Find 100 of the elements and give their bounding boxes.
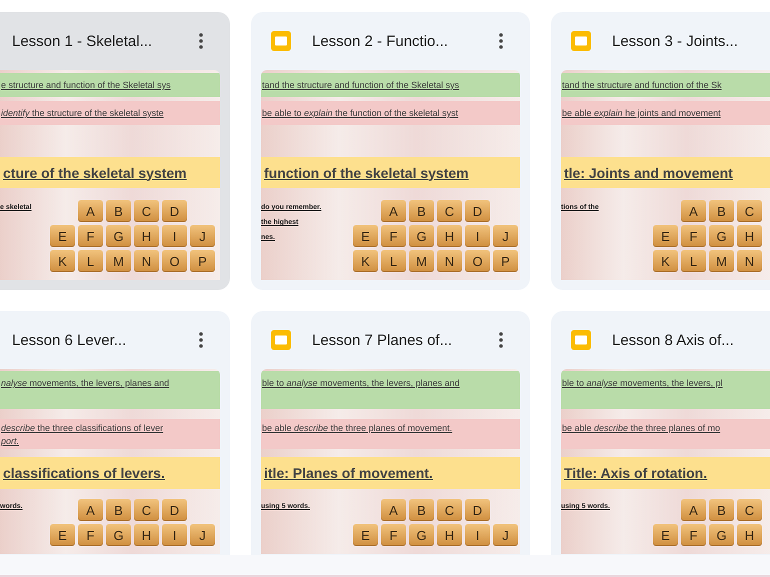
letter-tile: A [78, 499, 103, 521]
letter-tile: B [409, 499, 434, 521]
objective-banner: tand the structure and function of the Sk [561, 73, 770, 97]
letter-tile: P [190, 250, 215, 272]
letter-tile: G [106, 225, 131, 247]
letter-tile: E [50, 524, 75, 546]
letter-tile: J [493, 225, 518, 247]
letter-tile: G [709, 225, 734, 247]
file-name: Lesson 1 - Skeletal... [12, 32, 154, 50]
letter-tile: G [106, 524, 131, 546]
letter-tile: C [737, 200, 762, 222]
letter-tile: L [681, 250, 706, 272]
letter-tile: F [78, 524, 103, 546]
letter-tile: D [162, 200, 187, 222]
letter-tile: C [437, 200, 462, 222]
letter-tile: D [465, 499, 490, 521]
letter-tile: F [381, 524, 406, 546]
letter-tile: B [709, 200, 734, 222]
letter-tile: J [493, 524, 518, 546]
file-name: Lesson 8 Axis of... [612, 332, 735, 348]
objective-banner: e structure and function of the Skeletal sys [0, 73, 220, 97]
more-vertical-icon [499, 332, 503, 348]
letter-tile: D [162, 499, 187, 521]
slide-title: Title: Axis of rotation. [563, 465, 708, 481]
letter-tile: M [106, 250, 131, 272]
slide-thumbnail[interactable] [261, 70, 520, 280]
objective-banner: ble to analyse movements, the levers, planes and [261, 371, 520, 409]
letter-tile: N [737, 250, 762, 272]
letter-tile: K [653, 250, 678, 272]
file-card[interactable] [251, 12, 530, 290]
letter-tile: P [493, 250, 518, 272]
slide-title: cture of the skeletal system [2, 164, 187, 180]
outcome-banner: be able explain he joints and movement [561, 101, 770, 125]
letter-tile: E [353, 524, 378, 546]
outcome-banner: be able to explain the function of the skeletal syst [261, 101, 520, 125]
letter-tile: F [381, 225, 406, 247]
letter-tile: C [134, 499, 159, 521]
letter-tile: M [409, 250, 434, 272]
file-name: Lesson 3 - Joints... [612, 32, 739, 50]
letter-tile: H [437, 524, 462, 546]
letter-tile: A [681, 499, 706, 521]
letter-tile: K [50, 250, 75, 272]
letter-tile: A [381, 499, 406, 521]
letter-tile: F [78, 225, 103, 247]
outcome-banner: be able describe the three planes of mo [561, 419, 770, 449]
file-name: Lesson 7 Planes of... [312, 332, 454, 348]
letter-tile: C [134, 200, 159, 222]
letter-tile: A [681, 200, 706, 222]
letter-tile: G [409, 524, 434, 546]
letter-tile: B [709, 499, 734, 521]
letter-tile: A [78, 200, 103, 222]
letter-tile: O [162, 250, 187, 272]
more-vertical-icon [199, 332, 203, 348]
slides-icon [270, 30, 292, 52]
letter-tile: B [106, 499, 131, 521]
letter-tile: N [134, 250, 159, 272]
letter-tile: E [353, 225, 378, 247]
letter-tile: B [106, 200, 131, 222]
letter-tile: H [437, 225, 462, 247]
letter-tile: D [465, 200, 490, 222]
slide-title: tle: Joints and movement [563, 164, 733, 180]
letter-tile: O [465, 250, 490, 272]
slide-title: classifications of levers. [2, 465, 165, 481]
letter-tile: I [465, 225, 490, 247]
outcome-banner: identify the structure of the skeletal syste [0, 101, 220, 125]
letter-tile: J [190, 524, 215, 546]
letter-tile: N [437, 250, 462, 272]
objective-banner: tand the structure and function of the Skeletal sys [261, 73, 520, 97]
outcome-banner: describe the three classifications of lever port. [0, 419, 220, 449]
letter-tile: I [465, 524, 490, 546]
more-vertical-icon [199, 33, 203, 49]
letter-tile: F [681, 524, 706, 546]
letter-tile: I [162, 225, 187, 247]
objective-banner: nalyse movements, the levers, planes and [0, 371, 220, 409]
file-name: Lesson 6 Lever... [12, 332, 128, 348]
file-name: Lesson 2 - Functio... [312, 32, 449, 50]
letter-tile: E [653, 524, 678, 546]
objective-banner: ble to analyse movements, the levers, pl [561, 371, 770, 409]
letter-tile: I [162, 524, 187, 546]
more-vertical-icon [499, 33, 503, 49]
letter-tile: E [653, 225, 678, 247]
slides-icon [270, 329, 292, 351]
letter-tile: H [134, 524, 159, 546]
letter-tile: H [737, 225, 762, 247]
slides-icon [570, 329, 592, 351]
letter-tile: G [709, 524, 734, 546]
letter-tile: B [409, 200, 434, 222]
slide-title: itle: Planes of movement. [263, 465, 433, 481]
letter-tile: A [381, 200, 406, 222]
letter-tile: L [381, 250, 406, 272]
letter-tile: C [737, 499, 762, 521]
outcome-banner: be able describe the three planes of movement. [261, 419, 520, 449]
letter-tile: H [737, 524, 762, 546]
letter-tile: J [190, 225, 215, 247]
letter-tile: C [437, 499, 462, 521]
slides-icon [570, 30, 592, 52]
letter-tile: F [681, 225, 706, 247]
letter-tile: K [353, 250, 378, 272]
letter-tile: L [78, 250, 103, 272]
letter-tile: E [50, 225, 75, 247]
